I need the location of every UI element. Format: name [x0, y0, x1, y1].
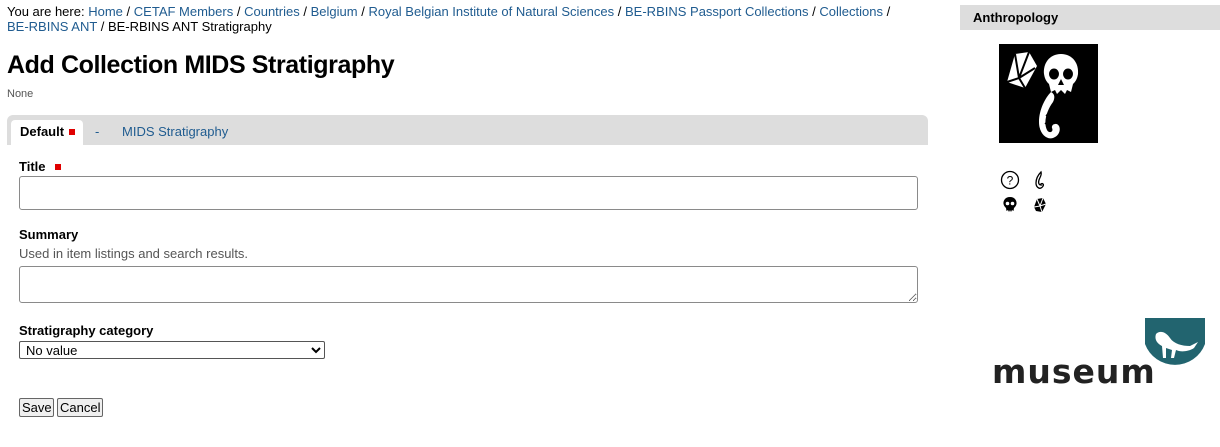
- tab-default-label: Default: [20, 124, 65, 139]
- page-title: Add Collection MIDS Stratigraphy: [7, 51, 395, 79]
- title-input[interactable]: [19, 176, 918, 210]
- breadcrumb-separator: /: [812, 4, 816, 19]
- tab-default[interactable]: Default: [11, 120, 83, 145]
- museum-logo-text: museum: [992, 352, 1156, 388]
- breadcrumb-separator: /: [361, 4, 365, 19]
- required-marker: [54, 163, 61, 170]
- breadcrumb-collections[interactable]: Collections: [819, 4, 883, 19]
- save-button[interactable]: Save: [19, 398, 54, 417]
- stratigraphy-category-label: Stratigraphy category: [19, 323, 154, 338]
- fieldset-tabs: Default - MIDS Stratigraphy: [7, 115, 928, 145]
- anthropology-logo: [999, 44, 1098, 143]
- breadcrumb-current: BE-RBINS ANT Stratigraphy: [107, 19, 272, 34]
- breadcrumb-separator: /: [236, 4, 241, 19]
- skull-icon[interactable]: [1000, 195, 1020, 215]
- breadcrumb-countries[interactable]: Countries: [244, 4, 300, 19]
- help-icon-glyph: ?: [1007, 174, 1014, 188]
- breadcrumb-belgium[interactable]: Belgium: [311, 4, 358, 19]
- summary-field-label: Summary: [19, 227, 79, 242]
- breadcrumb: You are here: Home / CETAF Members / Cou…: [7, 4, 927, 34]
- breadcrumb-passport-collections[interactable]: BE-RBINS Passport Collections: [625, 4, 809, 19]
- breadcrumb-separator: /: [303, 4, 307, 19]
- cancel-button[interactable]: Cancel: [57, 398, 103, 417]
- breadcrumb-be-rbins-ant[interactable]: BE-RBINS ANT: [7, 19, 97, 34]
- tab-separator: -: [95, 124, 100, 139]
- portlet-title: Anthropology: [973, 10, 1059, 25]
- summary-help-text: Used in item listings and search results…: [19, 246, 249, 261]
- title-label-text: Title: [19, 159, 46, 174]
- portlet-header: Anthropology: [960, 5, 1220, 30]
- breadcrumb-rbins[interactable]: Royal Belgian Institute of Natural Scien…: [368, 4, 614, 19]
- summary-textarea[interactable]: [19, 266, 918, 303]
- fish-hook-icon[interactable]: [1030, 170, 1050, 190]
- breadcrumb-home[interactable]: Home: [88, 4, 123, 19]
- breadcrumb-separator: /: [886, 4, 891, 19]
- breadcrumb-prefix: You are here:: [7, 4, 85, 19]
- tab-mids-stratigraphy[interactable]: MIDS Stratigraphy: [122, 120, 228, 145]
- hand-axe-icon[interactable]: [1030, 195, 1050, 215]
- breadcrumb-separator: /: [100, 19, 105, 34]
- museum-logo: museum: [992, 318, 1205, 388]
- breadcrumb-separator: /: [617, 4, 622, 19]
- page-description: None: [7, 88, 34, 100]
- help-icon[interactable]: ?: [1000, 170, 1020, 190]
- title-field-label: Title: [19, 159, 61, 174]
- stratigraphy-category-select[interactable]: No value: [19, 341, 325, 359]
- breadcrumb-separator: /: [126, 4, 131, 19]
- required-marker: [69, 128, 76, 135]
- breadcrumb-cetaf-members[interactable]: CETAF Members: [134, 4, 233, 19]
